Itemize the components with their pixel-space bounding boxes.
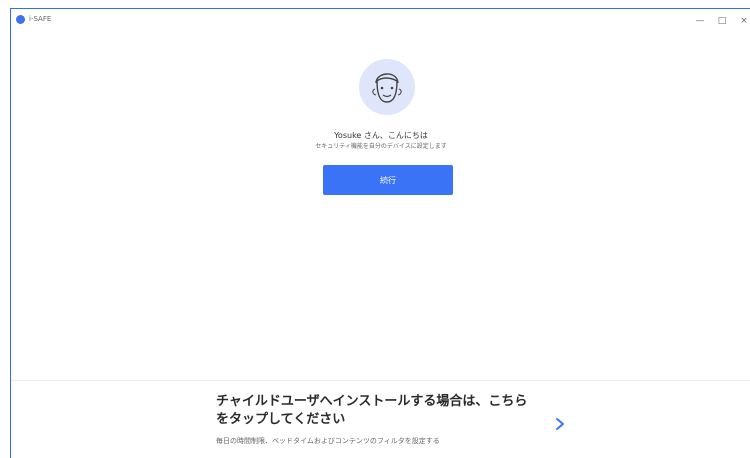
app-title: i-SAFE (29, 15, 52, 23)
app-window: i-SAFE — □ × Yosuke さん、こんにちは セキュリティ機能を自分… (10, 8, 750, 458)
minimize-button[interactable]: — (691, 13, 709, 29)
bottom-divider (11, 380, 750, 381)
greeting-text: Yosuke さん、こんにちは (334, 131, 428, 140)
user-avatar-icon (359, 59, 415, 115)
child-install-banner[interactable]: チャイルドユーザへインストールする場合は、こちらをタップしてください 毎日の時間… (216, 389, 576, 458)
avatar-face-icon (372, 73, 402, 103)
close-button[interactable]: × (735, 13, 750, 29)
maximize-button[interactable]: □ (713, 13, 731, 29)
chevron-right-icon[interactable] (552, 415, 568, 433)
subtitle-text: セキュリティ機能を自分のデバイスに設定します (315, 143, 447, 150)
title-bar: i-SAFE — □ × (11, 9, 750, 33)
child-install-description: 毎日の時間制限、ベッドタイムおよびコンテンツのフィルタを設定する (216, 437, 440, 445)
child-install-title: チャイルドユーザへインストールする場合は、こちらをタップしてください (216, 394, 528, 427)
app-logo-icon (16, 15, 25, 24)
continue-button[interactable]: 続行 (323, 165, 453, 195)
